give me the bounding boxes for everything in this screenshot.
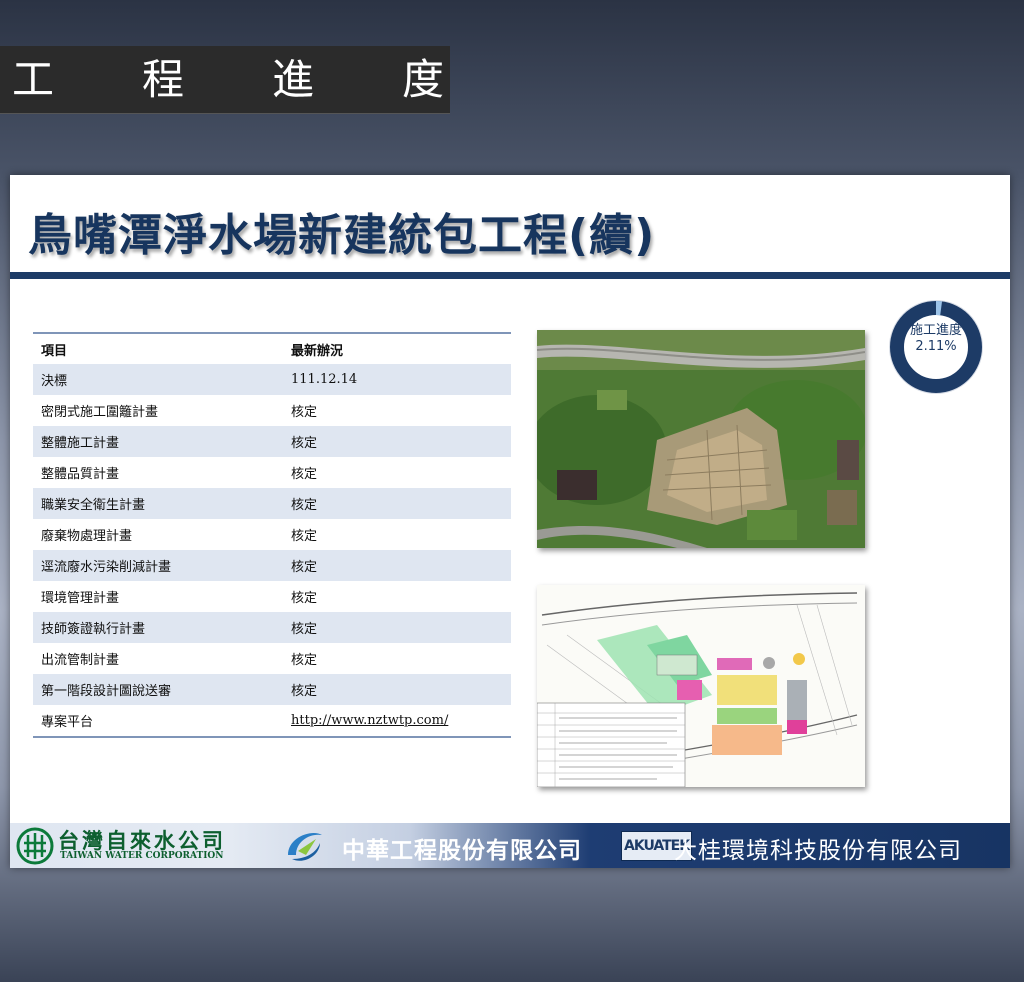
- table-row: 環境管理計畫 核定: [33, 581, 511, 612]
- table-row: 第一階段設計圖說送審 核定: [33, 674, 511, 705]
- title-rule: [10, 272, 1010, 279]
- table-header-row: 項目 最新辦況: [33, 333, 511, 364]
- header-banner: 工程進度: [0, 46, 450, 114]
- twc-english: TAIWAN WATER CORPORATION: [60, 851, 224, 861]
- row-status: 核定: [291, 436, 318, 451]
- row-item: 廢棄物處理計畫: [41, 529, 133, 544]
- row-status: 核定: [291, 653, 318, 668]
- progress-caption: 施工進度: [909, 323, 962, 338]
- table-row: 出流管制計畫 核定: [33, 643, 511, 674]
- row-status: 核定: [291, 591, 318, 606]
- table-row: 專案平台 http://www.nztwtp.com/: [33, 705, 511, 737]
- table-row: 逕流廢水污染削減計畫 核定: [33, 550, 511, 581]
- table-row: 決標 111.12.14: [33, 364, 511, 395]
- row-status: 111.12.14: [291, 372, 358, 387]
- row-item: 出流管制計畫: [41, 653, 120, 668]
- row-item: 環境管理計畫: [41, 591, 120, 606]
- slide: 鳥嘴潭淨水場新建統包工程(續) 施工進度 2.11% 項目 最新辦況 決標 111…: [10, 175, 1010, 868]
- project-platform-link[interactable]: http://www.nztwtp.com/: [291, 713, 448, 728]
- row-item: 職業安全衛生計畫: [41, 498, 146, 513]
- row-item: 逕流廢水污染削減計畫: [41, 560, 172, 575]
- status-table: 項目 最新辦況 決標 111.12.14 密閉式施工圍籬計畫 核定 整體施工計畫 核定…: [33, 332, 511, 738]
- row-item: 專案平台: [41, 715, 94, 730]
- row-status: 核定: [291, 529, 318, 544]
- akuatek-name: 大桂環境科技股份有限公司: [674, 838, 962, 864]
- ctci-logo: [282, 825, 326, 867]
- row-status: 核定: [291, 560, 318, 575]
- row-status: 核定: [291, 405, 318, 420]
- aerial-photo: [537, 330, 865, 548]
- table-row: 密閉式施工圍籬計畫 核定: [33, 395, 511, 426]
- progress-value: 2.11%: [915, 339, 957, 354]
- row-item: 決標: [41, 374, 68, 389]
- twc-logo: [16, 827, 54, 865]
- row-status: 核定: [291, 498, 318, 513]
- table-row: 整體施工計畫 核定: [33, 426, 511, 457]
- table-row: 廢棄物處理計畫 核定: [33, 519, 511, 550]
- ctci-swirl-icon: [288, 833, 322, 861]
- site-plan: [537, 585, 865, 787]
- row-status: 核定: [291, 684, 318, 699]
- twc-emblem-icon: [16, 827, 54, 865]
- col-header-status: 最新辦況: [291, 343, 344, 359]
- table-row: 整體品質計畫 核定: [33, 457, 511, 488]
- row-status: 核定: [291, 467, 318, 482]
- progress-ring: 施工進度 2.11%: [882, 293, 990, 401]
- row-item: 第一階段設計圖說送審: [41, 684, 172, 699]
- row-item: 整體品質計畫: [41, 467, 120, 482]
- row-status: 核定: [291, 622, 318, 637]
- row-item: 整體施工計畫: [41, 436, 120, 451]
- table-row: 技師簽證執行計畫 核定: [33, 612, 511, 643]
- progress-label: 施工進度 2.11%: [882, 323, 990, 355]
- col-header-item: 項目: [41, 343, 68, 359]
- table-row: 職業安全衛生計畫 核定: [33, 488, 511, 519]
- ctci-name: 中華工程股份有限公司: [342, 838, 582, 864]
- slide-title: 鳥嘴潭淨水場新建統包工程(續): [28, 210, 656, 261]
- footer-logo-band: 台灣自來水公司 TAIWAN WATER CORPORATION 中華工程股份有…: [10, 823, 1010, 868]
- header-title: 工程進度: [12, 55, 533, 104]
- row-item: 密閉式施工圍籬計畫: [41, 405, 159, 420]
- row-status: http://www.nztwtp.com/: [291, 705, 511, 737]
- row-item: 技師簽證執行計畫: [41, 622, 146, 637]
